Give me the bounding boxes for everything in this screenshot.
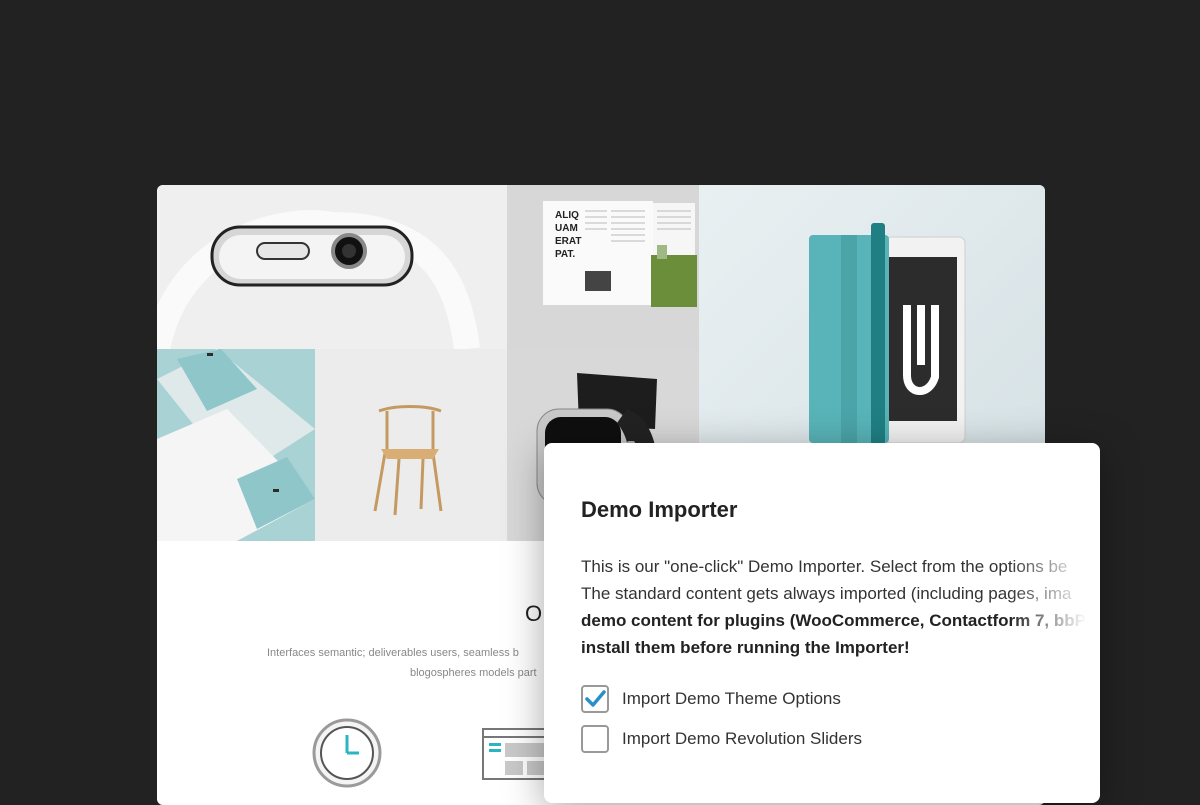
white-watch-image bbox=[157, 210, 480, 349]
option-import-theme-options[interactable]: Import Demo Theme Options bbox=[581, 685, 841, 713]
browser-layout-icon bbox=[482, 728, 550, 780]
portfolio-tile-magazine[interactable]: ALIQ UAM ERAT PAT. bbox=[507, 185, 699, 349]
magazine-line-3: ERAT bbox=[555, 236, 581, 247]
magazine-line-2: UAM bbox=[555, 223, 578, 234]
demo-importer-dialog: Demo Importer This is our "one-click" De… bbox=[544, 443, 1100, 803]
magazine-line-4: PAT. bbox=[555, 249, 575, 260]
wooden-chair-image bbox=[373, 405, 443, 516]
text-fade-overlay bbox=[1010, 543, 1100, 673]
portfolio-tile-watch[interactable] bbox=[157, 185, 507, 349]
dialog-title: Demo Importer bbox=[581, 497, 738, 522]
theme-options-checkbox[interactable] bbox=[581, 685, 609, 713]
magazine-image: ALIQ UAM ERAT PAT. bbox=[543, 201, 697, 307]
portfolio-tile-chair[interactable] bbox=[315, 349, 507, 541]
portfolio-tile-business-cards[interactable] bbox=[157, 349, 315, 541]
theme-options-label: Import Demo Theme Options bbox=[622, 689, 841, 708]
clock-icon bbox=[312, 718, 382, 788]
checkmark-icon bbox=[585, 690, 606, 707]
revolution-sliders-checkbox[interactable] bbox=[581, 725, 609, 753]
magazine-line-1: ALIQ bbox=[555, 210, 579, 221]
site-description-line-1: Interfaces semantic; deliverables users,… bbox=[267, 647, 519, 659]
option-import-revolution-sliders[interactable]: Import Demo Revolution Sliders bbox=[581, 725, 862, 753]
revolution-sliders-label: Import Demo Revolution Sliders bbox=[622, 729, 862, 748]
business-cards-image bbox=[157, 349, 315, 541]
